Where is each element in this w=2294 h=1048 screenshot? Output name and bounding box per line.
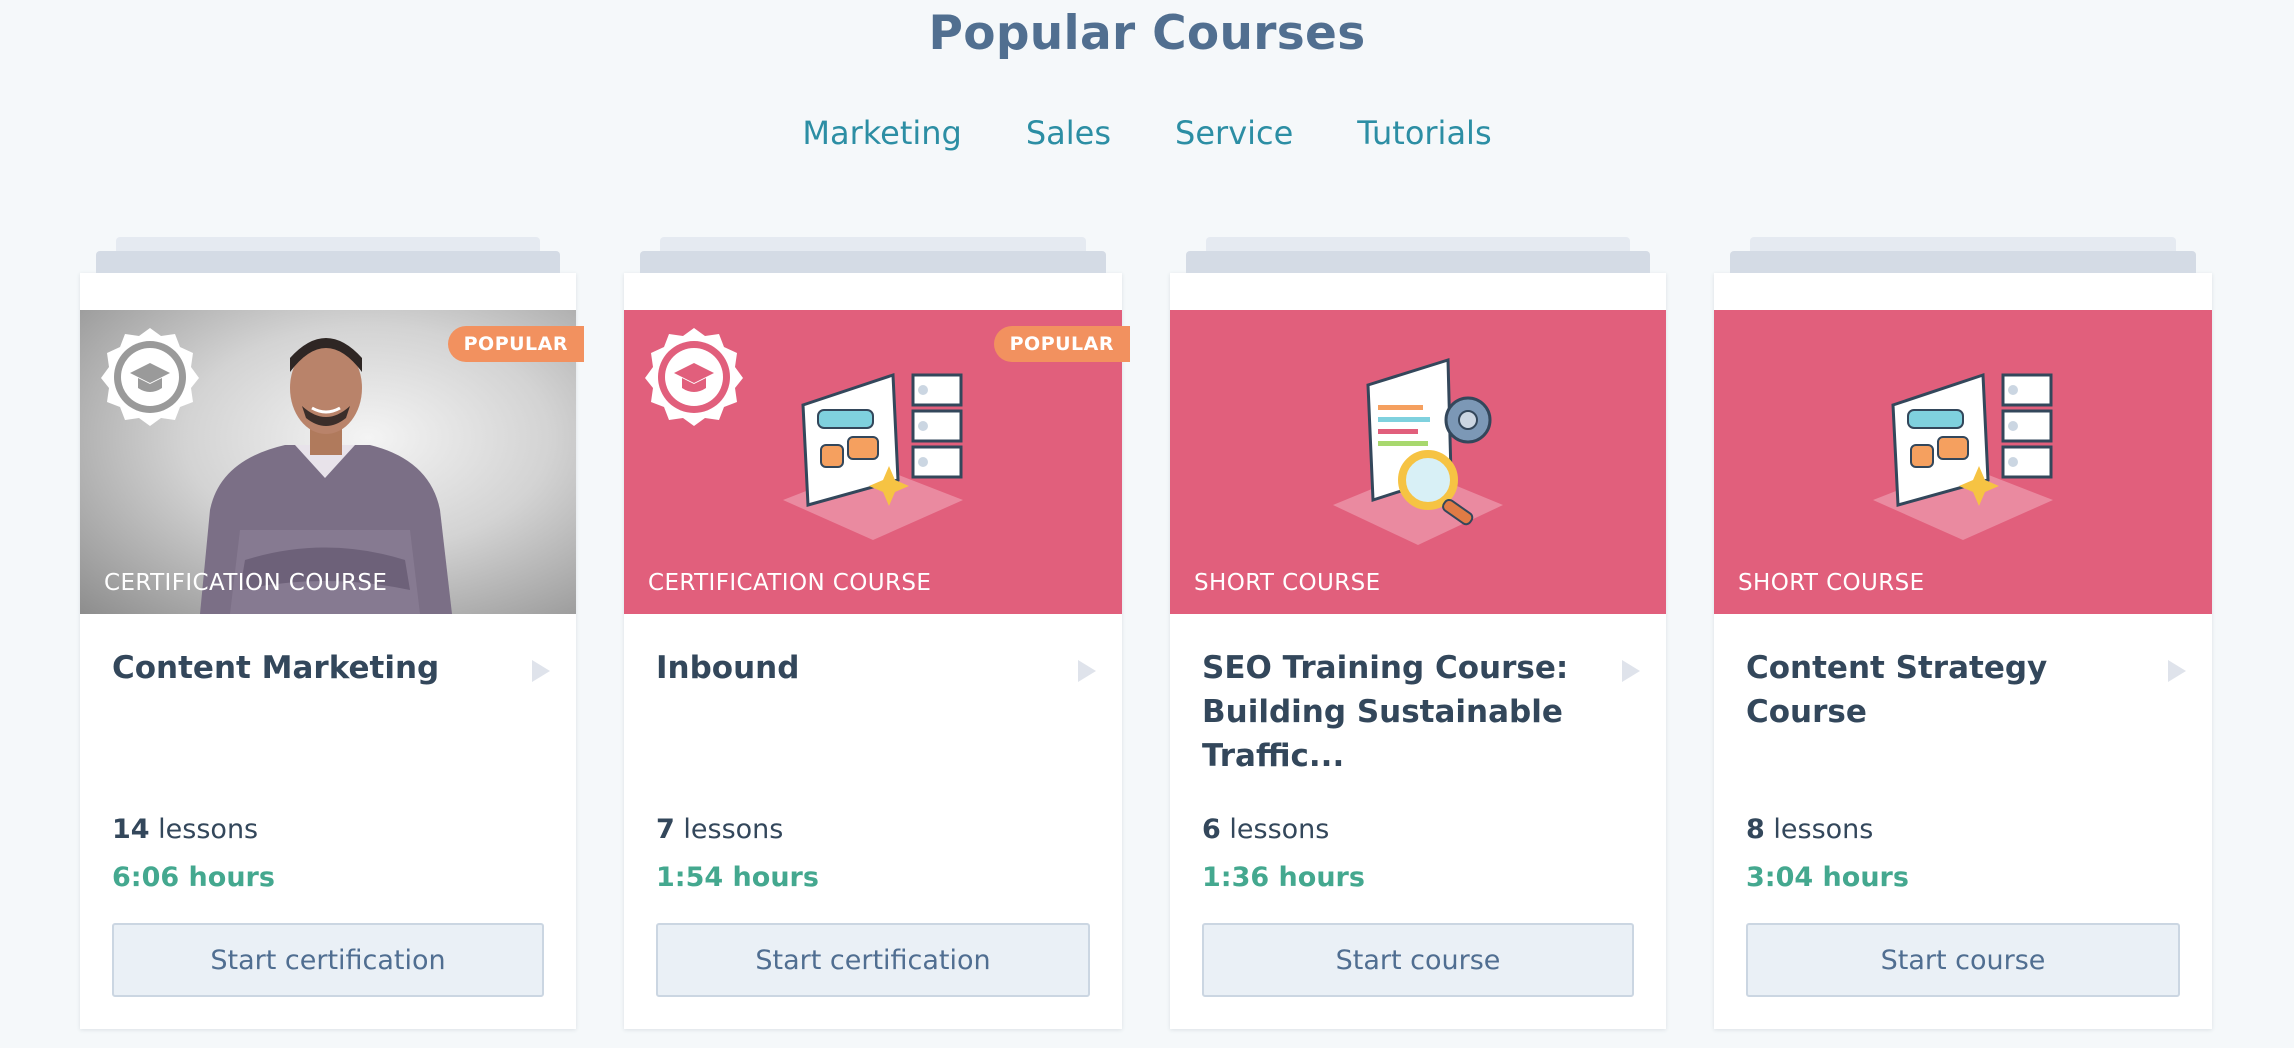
interface-illustration-icon [1873,372,2053,540]
course-card-content-marketing[interactable]: POPULAR CERTIFICATION COURSE Content Mar… [80,237,584,1029]
course-title[interactable]: Content Marketing [112,646,506,690]
tab-sales[interactable]: Sales [1026,114,1111,152]
seo-magnifier-illustration-icon [1333,357,1503,545]
course-type-label: SHORT COURSE [1194,570,1381,596]
lessons-label: lessons [683,814,784,845]
course-type-label: CERTIFICATION COURSE [648,570,932,596]
popular-badge: POPULAR [447,326,584,362]
start-certification-button[interactable]: Start certification [656,923,1090,997]
lessons-label: lessons [1229,814,1330,845]
card-stack-decoration [1186,251,1650,273]
start-course-button[interactable]: Start course [1746,923,2180,997]
card-body: SEO Training Course: Building Sustainabl… [1170,614,1666,1029]
page-title: Popular Courses [928,6,1366,61]
course-duration: 1:54 hours [656,862,819,893]
card-stack-decoration [1730,251,2196,273]
course-duration: 1:36 hours [1202,862,1365,893]
course-thumbnail[interactable]: POPULAR CERTIFICATION COURSE [80,310,584,614]
course-type-label: SHORT COURSE [1738,570,1925,596]
popular-badge: POPULAR [993,326,1130,362]
lessons-label: lessons [1773,814,1874,845]
lesson-count: 8 lessons [1746,814,1873,845]
course-card-seo-training[interactable]: SHORT COURSE SEO Training Course: Buildi… [1170,237,1666,1029]
course-card-content-strategy[interactable]: SHORT COURSE Content Strategy Course 8 l… [1714,237,2212,1029]
play-arrow-icon[interactable] [1074,656,1100,686]
course-duration: 3:04 hours [1746,862,1909,893]
tab-tutorials[interactable]: Tutorials [1357,114,1491,152]
lesson-count: 14 lessons [112,814,258,845]
lessons-number: 8 [1746,814,1765,845]
tab-service[interactable]: Service [1175,114,1293,152]
start-course-button[interactable]: Start course [1202,923,1634,997]
lessons-number: 6 [1202,814,1221,845]
play-arrow-icon[interactable] [2164,656,2190,686]
lesson-count: 7 lessons [656,814,783,845]
card-body: Content Strategy Course 8 lessons 3:04 h… [1714,614,2212,1029]
tab-marketing[interactable]: Marketing [802,114,961,152]
card-stack-decoration [96,251,560,273]
play-arrow-icon[interactable] [528,656,554,686]
certification-seal-icon [645,328,743,426]
course-thumbnail[interactable]: SHORT COURSE [1170,310,1666,614]
start-certification-button[interactable]: Start certification [112,923,544,997]
card-body: Inbound 7 lessons 1:54 hours Start certi… [624,614,1122,1029]
card-stack-decoration [640,251,1106,273]
lessons-label: lessons [158,814,259,845]
course-duration: 6:06 hours [112,862,275,893]
course-type-label: CERTIFICATION COURSE [104,570,388,596]
course-thumbnail[interactable]: SHORT COURSE [1714,310,2212,614]
lessons-number: 7 [656,814,675,845]
play-arrow-icon[interactable] [1618,656,1644,686]
lesson-count: 6 lessons [1202,814,1329,845]
course-title[interactable]: Content Strategy Course [1746,646,2142,734]
certification-seal-icon [101,328,199,426]
course-thumbnail[interactable]: POPULAR CERTIFICATION COURSE [624,310,1130,614]
course-title[interactable]: Inbound [656,646,1052,690]
card-body: Content Marketing 14 lessons 6:06 hours … [80,614,576,1029]
course-card-inbound[interactable]: POPULAR CERTIFICATION COURSE Inbound 7 l… [624,237,1130,1029]
course-title[interactable]: SEO Training Course: Building Sustainabl… [1202,646,1596,778]
interface-illustration-icon [783,372,963,540]
course-category-tabs: Marketing Sales Service Tutorials [0,114,2294,152]
lessons-number: 14 [112,814,150,845]
